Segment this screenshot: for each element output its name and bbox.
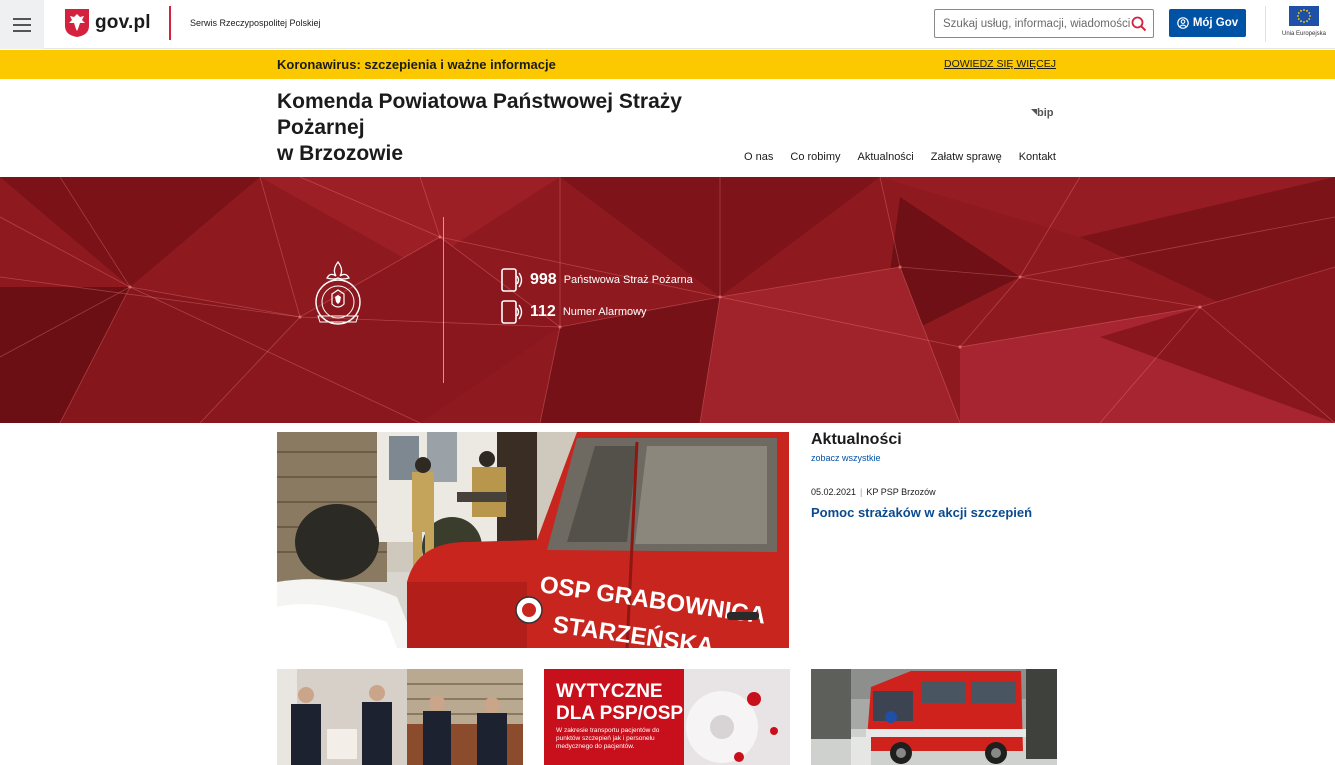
phone-icon [501,300,523,324]
eu-flag-icon [1289,6,1319,26]
search-input[interactable]: Szukaj usług, informacji, wiadomości [934,9,1154,38]
banner-text: Koronawirus: szczepienia i ważne informa… [277,57,556,72]
bip-label: bip [1037,107,1054,119]
menu-button[interactable] [0,0,44,49]
fire-engine-photo [811,669,1057,765]
psp-emblem-icon [315,260,361,325]
covid-banner: Koronawirus: szczepienia i ważne informa… [0,50,1335,79]
phone-icon [501,268,523,292]
bip-link[interactable]: bip [1031,107,1054,119]
nav-item-kontakt[interactable]: Kontakt [1019,151,1056,163]
phone-number-998: 998 [530,271,557,288]
eu-badge: Unia Europejska [1278,6,1330,37]
search-placeholder: Szukaj usług, informacji, wiadomości [943,17,1131,30]
gov-logo[interactable]: gov.pl [64,8,151,38]
news-headline-link[interactable]: Pomoc strażaków w akcji szczepień [811,505,1032,520]
news-section-title: Aktualności [811,431,902,448]
institution-name-line1: Komenda Powiatowa Państwowej Straży [277,90,682,113]
menu-icon [13,16,31,34]
phone-998[interactable]: 998 Państwowa Straż Pożarna [501,268,693,292]
institution-name-line2: Pożarnej [277,116,365,139]
hero-background [0,177,1335,423]
nav-item-co-robimy[interactable]: Co robimy [790,151,840,163]
phone-112[interactable]: 112 Numer Alarmowy [501,300,647,324]
phone-label-998: Państwowa Straż Pożarna [563,274,693,286]
nav-item-zalatw-sprawe[interactable]: Załatw sprawę [931,151,1002,163]
phone-number-112: 112 [530,303,556,320]
eagle-icon [65,9,89,37]
guidelines-graphic: WYTYCZNE DLA PSP/OSP W zakresie transpor… [544,669,790,765]
main-nav: O nas Co robimy Aktualności Załatw spraw… [744,151,1056,163]
fire-truck-photo: OSP GRABOWNICA STARZEŃSKA [277,432,789,648]
phone-label-112: Numer Alarmowy [562,306,647,318]
logo-divider [169,6,171,40]
news-thumb-guidelines[interactable]: WYTYCZNE DLA PSP/OSP W zakresie transpor… [544,669,790,765]
featured-news-photo[interactable]: OSP GRABOWNICA STARZEŃSKA [277,432,789,648]
news-thumb-ceremony[interactable] [277,669,523,765]
nav-item-o-nas[interactable]: O nas [744,151,773,163]
moj-gov-button[interactable]: Mój Gov [1169,9,1246,37]
news-thumb-fire-engine[interactable] [811,669,1057,765]
nav-item-aktualnosci[interactable]: Aktualności [858,151,914,163]
hero-section: 998 Państwowa Straż Pożarna 112 Numer Al… [0,177,1335,423]
logo-text: gov.pl [95,12,151,33]
meta-separator: | [860,487,863,497]
guidelines-title-line2: DLA PSP/OSP [556,703,683,724]
institution-name[interactable]: Komenda Powiatowa Państwowej Straży Poża… [277,89,737,167]
ceremony-photo [277,669,523,765]
moj-gov-label: Mój Gov [1192,17,1239,29]
top-bar: gov.pl Serwis Rzeczypospolitej Polskiej … [0,0,1335,49]
service-name: Serwis Rzeczypospolitej Polskiej [190,18,321,28]
see-all-news-link[interactable]: zobacz wszystkie [811,453,881,463]
guidelines-title-line1: WYTYCZNE [556,681,663,702]
institution-name-line3: w Brzozowie [277,142,404,165]
eu-divider [1265,6,1266,42]
hero-divider [443,217,444,383]
news-date: 05.02.2021 [811,487,857,497]
news-source: KP PSP Brzozów [866,487,936,497]
guidelines-description: W zakresie transportu pacjentów do punkt… [556,727,660,750]
news-meta: 05.02.2021 | KP PSP Brzozów [811,487,936,497]
eu-label: Unia Europejska [1281,31,1327,37]
search-icon[interactable] [1131,16,1147,32]
user-circle-icon [1177,17,1189,29]
banner-link[interactable]: DOWIEDZ SIĘ WIĘCEJ [944,58,1056,70]
